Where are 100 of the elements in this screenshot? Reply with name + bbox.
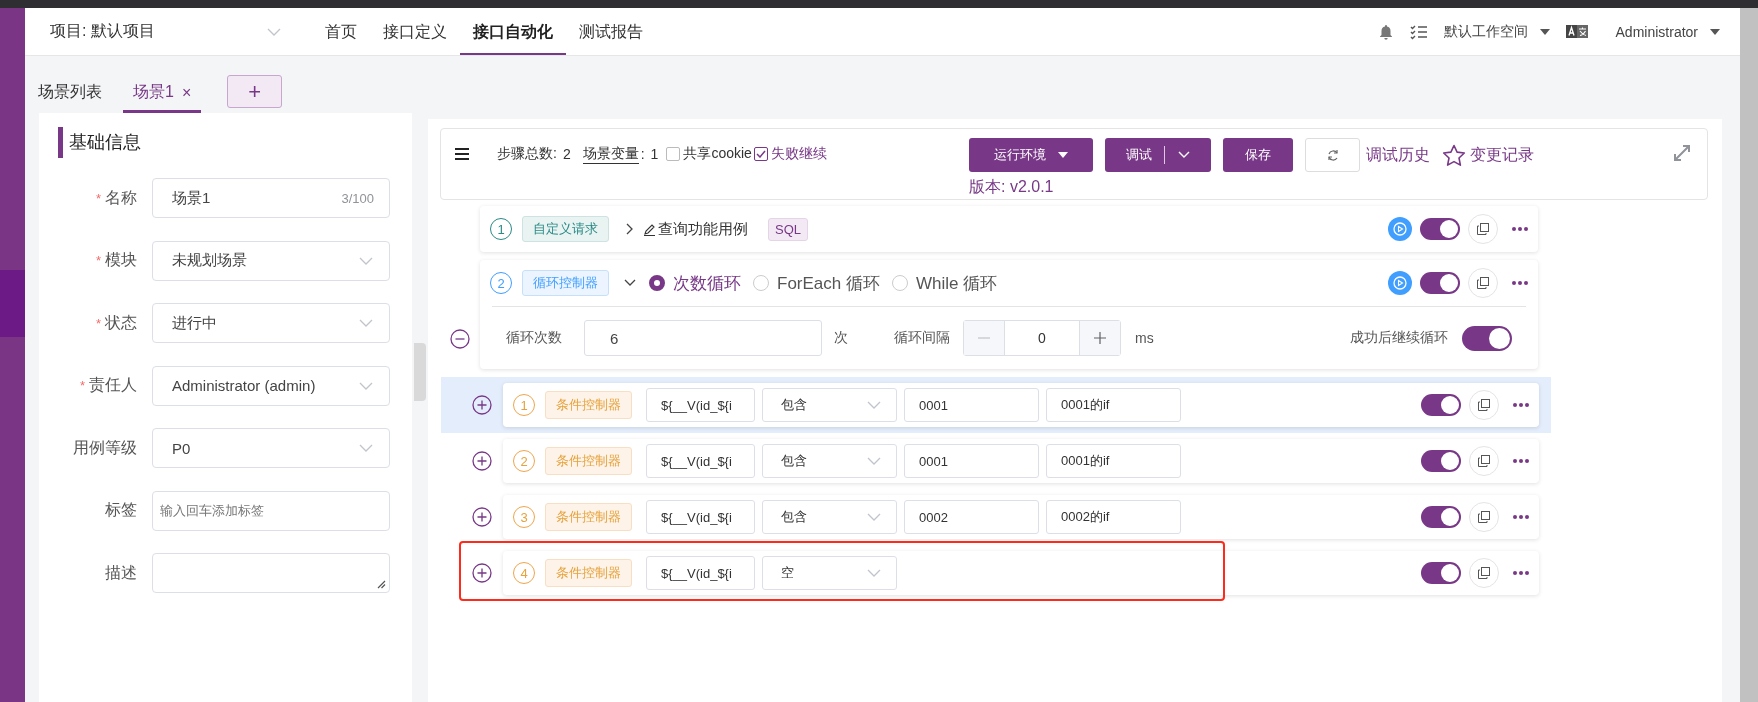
task-list-icon[interactable]: [1409, 23, 1428, 40]
add-step-icon[interactable]: [472, 451, 492, 471]
value-field[interactable]: 0001: [904, 388, 1039, 422]
operator-select[interactable]: 空: [762, 556, 897, 590]
play-button-icon[interactable]: [1388, 271, 1412, 295]
select-field[interactable]: P0: [152, 428, 390, 469]
value-field[interactable]: 0002: [904, 500, 1039, 534]
add-step-icon[interactable]: [472, 507, 492, 527]
star-icon[interactable]: [1442, 143, 1466, 167]
toggle-switch[interactable]: [1420, 218, 1460, 240]
select-field[interactable]: 未规划场景: [152, 240, 390, 281]
text-field[interactable]: 场景1 3/100: [152, 178, 390, 219]
copy-icon: [1477, 223, 1489, 235]
environment-button[interactable]: 运行环境: [969, 138, 1093, 172]
required-mark: *: [95, 315, 101, 331]
loop-count-field[interactable]: 6: [584, 320, 822, 356]
debug-history-link[interactable]: 调试历史: [1366, 144, 1430, 166]
field-label: 名称: [105, 187, 137, 208]
close-button[interactable]: ×: [181, 83, 192, 102]
toggle-switch[interactable]: [1462, 325, 1512, 351]
add-step-icon[interactable]: [472, 395, 492, 415]
copy-icon: [1478, 511, 1490, 523]
variable-field[interactable]: ${__V(id_${i: [646, 500, 755, 534]
menu-icon[interactable]: [455, 148, 469, 160]
tag-input[interactable]: 输入回车添加标签: [152, 490, 390, 531]
change-log-link[interactable]: 变更记录: [1470, 144, 1534, 166]
operator-select[interactable]: 包含: [762, 500, 897, 534]
variable-field[interactable]: ${__V(id_${i: [646, 444, 755, 478]
field-label: 循环次数: [506, 329, 562, 347]
more-icon[interactable]: [1513, 515, 1529, 519]
step-type-tag: 条件控制器: [545, 391, 632, 419]
add-step-icon[interactable]: [472, 563, 492, 583]
variable-field[interactable]: ${__V(id_${i: [646, 556, 755, 590]
scene-variables-link[interactable]: 场景变量: [582, 144, 639, 164]
toggle-switch[interactable]: [1421, 394, 1461, 416]
collapse-handle[interactable]: [414, 343, 426, 401]
operator-select[interactable]: 包含: [762, 388, 897, 422]
more-icon[interactable]: [1513, 403, 1529, 407]
version-label: 版本: v2.0.1: [969, 177, 1055, 197]
nav-item[interactable]: 首页: [312, 8, 370, 55]
step-type-tag: 自定义请求: [522, 216, 609, 242]
project-select[interactable]: 项目: 默认项目: [50, 13, 282, 50]
step-type-tag: 条件控制器: [545, 559, 632, 587]
caret-down-icon: [1058, 152, 1068, 158]
play-button-icon[interactable]: [1388, 217, 1412, 241]
value-field[interactable]: 0001: [904, 444, 1039, 478]
nav-item[interactable]: 接口定义: [370, 8, 460, 55]
scrollbar[interactable]: [1740, 8, 1758, 702]
remark-field[interactable]: 0001的if: [1046, 444, 1181, 478]
pencil-icon[interactable]: [643, 222, 656, 236]
caret-down-icon: [1710, 28, 1720, 35]
toggle-switch[interactable]: [1421, 450, 1461, 472]
nav-item[interactable]: 接口自动化: [460, 8, 566, 55]
colon-separator: :: [640, 146, 645, 162]
field-label: 责任人: [89, 375, 137, 396]
checkbox[interactable]: [666, 147, 681, 161]
toggle-switch[interactable]: [1421, 506, 1461, 528]
step-type-tag: 条件控制器: [545, 447, 632, 475]
step-count-label: 步骤总数:: [497, 145, 557, 163]
unit-label: 次: [834, 329, 848, 347]
workspace-select[interactable]: 默认工作空间: [1443, 22, 1550, 41]
toggle-switch[interactable]: [1420, 272, 1460, 294]
textarea-field[interactable]: [152, 553, 390, 594]
field-label: 成功后继续循环: [1350, 329, 1448, 347]
checkbox[interactable]: [753, 147, 768, 161]
field-label: 描述: [105, 562, 137, 583]
bell-icon[interactable]: [1377, 23, 1394, 40]
refresh-icon: [1326, 149, 1339, 161]
field-label: 状态: [105, 312, 137, 333]
step-type-tag: 条件控制器: [545, 503, 632, 531]
more-icon[interactable]: [1513, 459, 1529, 463]
remark-field[interactable]: 0001的if: [1046, 388, 1181, 422]
user-menu[interactable]: Administrator: [1615, 23, 1720, 40]
debug-button[interactable]: 调试: [1105, 138, 1211, 172]
collapse-icon[interactable]: [450, 328, 470, 349]
select-field[interactable]: 进行中: [152, 303, 390, 344]
unit-label: ms: [1135, 330, 1154, 346]
char-counter: 3/100: [341, 190, 374, 206]
nav-item[interactable]: 测试报告: [566, 8, 656, 55]
more-icon[interactable]: [1513, 571, 1529, 575]
add-tab-button[interactable]: +: [227, 75, 283, 108]
field-label: 循环间隔: [894, 329, 950, 347]
select-field[interactable]: Administrator (admin): [152, 365, 390, 406]
expand-icon[interactable]: [1673, 144, 1691, 162]
operator-select[interactable]: 包含: [762, 444, 897, 478]
save-button[interactable]: 保存: [1223, 138, 1293, 172]
resize-grip-icon: [377, 580, 386, 590]
variable-field[interactable]: ${__V(id_${i: [646, 388, 755, 422]
translate-icon[interactable]: [1565, 25, 1588, 38]
radio-label: 次数循环: [673, 272, 741, 295]
more-icon[interactable]: [1512, 281, 1528, 285]
remark-field[interactable]: 0002的if: [1046, 500, 1181, 534]
required-mark: *: [95, 253, 101, 269]
field-label: 模块: [105, 250, 137, 271]
toggle-switch[interactable]: [1421, 562, 1461, 584]
scenario-tab[interactable]: 场景列表: [38, 75, 112, 113]
step-type-tag: 循环控制器: [522, 270, 609, 296]
more-icon[interactable]: [1512, 227, 1528, 231]
required-mark: *: [95, 190, 101, 206]
radio-button[interactable]: [649, 275, 665, 291]
